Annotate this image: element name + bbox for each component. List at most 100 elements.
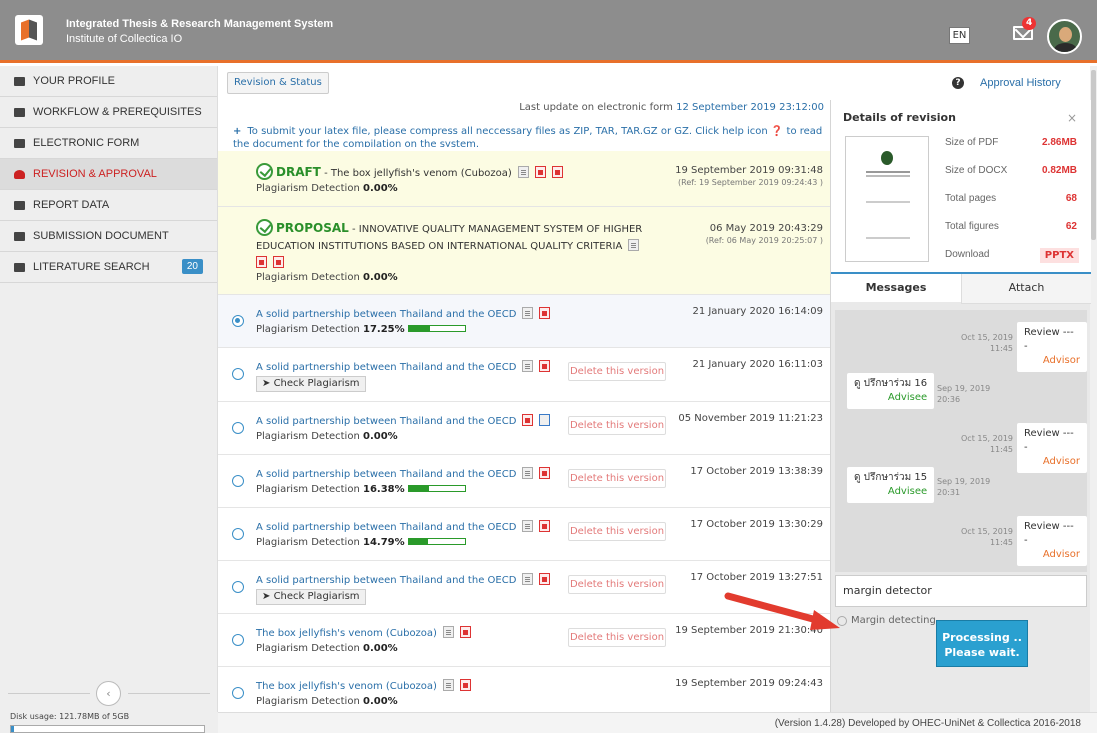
message-date: Sep 19, 2019 bbox=[937, 477, 991, 486]
delete-version-button[interactable]: Delete this version bbox=[568, 575, 666, 594]
pdf-icon[interactable] bbox=[459, 679, 471, 691]
message-text: Review --- - bbox=[1024, 428, 1074, 453]
doc-icon[interactable] bbox=[522, 307, 534, 319]
version-radio[interactable] bbox=[232, 368, 244, 380]
sidebar-item-submission[interactable]: SUBMISSION DOCUMENT bbox=[0, 221, 217, 252]
version-row[interactable]: A solid partnership between Thailand and… bbox=[218, 455, 830, 508]
delete-version-button[interactable]: Delete this version bbox=[568, 469, 666, 488]
version-radio[interactable] bbox=[232, 634, 244, 646]
last-update-value[interactable]: 12 September 2019 23:12:00 bbox=[676, 102, 824, 113]
version-title[interactable]: A solid partnership between Thailand and… bbox=[256, 520, 551, 533]
footer-text: (Version 1.4.28) Developed by OHEC-UniNe… bbox=[774, 718, 1081, 729]
version-title-text[interactable]: A solid partnership between Thailand and… bbox=[256, 522, 516, 533]
pdf-icon[interactable] bbox=[539, 467, 551, 479]
doc-icon[interactable] bbox=[522, 360, 534, 372]
tab-messages[interactable]: Messages bbox=[831, 274, 961, 304]
version-row[interactable]: The box jellyfish's venom (Cubozoa) Plagi… bbox=[218, 667, 830, 712]
proposal-row[interactable]: PROPOSAL - INNOVATIVE QUALITY MANAGEMENT… bbox=[218, 207, 830, 295]
version-title[interactable]: A solid partnership between Thailand and… bbox=[256, 573, 551, 586]
version-title-text[interactable]: The box jellyfish's venom (Cubozoa) bbox=[256, 628, 437, 639]
delete-version-button[interactable]: Delete this version bbox=[568, 416, 666, 435]
version-title-text[interactable]: The box jellyfish's venom (Cubozoa) bbox=[256, 681, 437, 692]
document-thumbnail[interactable] bbox=[845, 136, 929, 262]
pdf-icon[interactable] bbox=[539, 573, 551, 585]
version-row[interactable]: A solid partnership between Thailand and… bbox=[218, 508, 830, 561]
doc-icon[interactable] bbox=[442, 679, 454, 691]
version-radio[interactable] bbox=[232, 475, 244, 487]
message-bubble[interactable]: Review --- - Advisor bbox=[1017, 516, 1087, 566]
pdf-icon[interactable] bbox=[522, 414, 534, 426]
version-title-text[interactable]: A solid partnership between Thailand and… bbox=[256, 575, 516, 586]
help-text[interactable]: + To submit your latex file, please compr… bbox=[233, 125, 823, 147]
version-title[interactable]: A solid partnership between Thailand and… bbox=[256, 307, 551, 320]
version-title-text[interactable]: A solid partnership between Thailand and… bbox=[256, 309, 516, 320]
pdf-icon[interactable] bbox=[459, 626, 471, 638]
pdf-icon[interactable] bbox=[551, 166, 563, 178]
message-bubble[interactable]: Review --- - Advisor bbox=[1017, 423, 1087, 473]
version-radio[interactable] bbox=[232, 687, 244, 699]
delete-version-button[interactable]: Delete this version bbox=[568, 628, 666, 647]
scrollbar[interactable] bbox=[1090, 66, 1097, 712]
version-radio[interactable] bbox=[232, 422, 244, 434]
sidebar-item-report[interactable]: REPORT DATA bbox=[0, 190, 217, 221]
delete-version-button[interactable]: Delete this version bbox=[568, 362, 666, 381]
version-date: 19 September 2019 09:24:43 bbox=[675, 678, 823, 689]
pdf-icon[interactable] bbox=[539, 520, 551, 532]
plagiarism-detection: Plagiarism Detection 0.00% bbox=[256, 183, 398, 194]
check-plagiarism-button[interactable]: ➤ Check Plagiarism bbox=[256, 376, 366, 392]
doc-icon[interactable] bbox=[522, 467, 534, 479]
version-title[interactable]: The box jellyfish's venom (Cubozoa) bbox=[256, 679, 471, 692]
message-text: Review --- - bbox=[1024, 521, 1074, 546]
version-radio[interactable] bbox=[232, 581, 244, 593]
tab-revision-status[interactable]: Revision & Status bbox=[227, 72, 329, 94]
pdf-icon[interactable] bbox=[539, 360, 551, 372]
sidebar-item-workflow[interactable]: WORKFLOW & PREREQUISITES bbox=[0, 97, 217, 128]
profile-icon bbox=[14, 76, 25, 86]
pdf-icon[interactable] bbox=[539, 307, 551, 319]
question-icon[interactable]: ? bbox=[952, 77, 964, 89]
doc-icon[interactable] bbox=[628, 239, 640, 251]
pdf-icon[interactable] bbox=[256, 256, 267, 268]
check-plagiarism-button[interactable]: ➤ Check Plagiarism bbox=[256, 589, 366, 605]
tab-attach[interactable]: Attach bbox=[961, 274, 1091, 304]
version-title-text[interactable]: A solid partnership between Thailand and… bbox=[256, 362, 516, 373]
version-title[interactable]: A solid partnership between Thailand and… bbox=[256, 414, 551, 427]
message-input[interactable]: margin detector bbox=[835, 575, 1087, 607]
version-radio[interactable] bbox=[232, 315, 244, 327]
sidebar-item-profile[interactable]: YOUR PROFILE bbox=[0, 66, 217, 97]
sidebar-item-literature[interactable]: LITERATURE SEARCH 20 bbox=[0, 252, 217, 283]
message-bubble[interactable]: Review --- - Advisor bbox=[1017, 322, 1087, 372]
sidebar-item-revision[interactable]: REVISION & APPROVAL bbox=[0, 159, 217, 190]
version-title-text[interactable]: A solid partnership between Thailand and… bbox=[256, 416, 516, 427]
message-bubble[interactable]: ดู ปรึกษาร่วม 16 Advisee bbox=[847, 373, 935, 409]
version-radio[interactable] bbox=[232, 528, 244, 540]
doc-icon[interactable] bbox=[522, 520, 534, 532]
language-button[interactable]: EN bbox=[949, 27, 970, 44]
delete-version-button[interactable]: Delete this version bbox=[568, 522, 666, 541]
message-bubble[interactable]: ดู ปรึกษาร่วม 15 Advisee bbox=[847, 467, 935, 503]
plagiarism-label: Plagiarism Detection bbox=[256, 537, 360, 548]
doc-icon[interactable] bbox=[442, 626, 454, 638]
close-icon[interactable]: × bbox=[1067, 111, 1077, 125]
docx-icon[interactable] bbox=[539, 414, 551, 426]
approval-history-link[interactable]: Approval History bbox=[980, 77, 1061, 89]
version-title-text[interactable]: A solid partnership between Thailand and… bbox=[256, 469, 516, 480]
version-title[interactable]: A solid partnership between Thailand and… bbox=[256, 360, 551, 373]
pdf-icon[interactable] bbox=[534, 166, 546, 178]
collapse-sidebar-button[interactable]: ‹ bbox=[96, 681, 121, 706]
version-title[interactable]: The box jellyfish's venom (Cubozoa) bbox=[256, 626, 471, 639]
draft-row[interactable]: DRAFT - The box jellyfish's venom (Cuboz… bbox=[218, 151, 830, 207]
download-pptx-button[interactable]: PPTX bbox=[1039, 248, 1079, 263]
pdf-icon[interactable] bbox=[273, 256, 284, 268]
version-row[interactable]: A solid partnership between Thailand and… bbox=[218, 295, 830, 348]
version-title[interactable]: A solid partnership between Thailand and… bbox=[256, 467, 551, 480]
plagiarism-label: Plagiarism Detection bbox=[256, 183, 360, 194]
message-list[interactable]: Oct 15, 2019 11:45 Review --- - Advisor ดู… bbox=[835, 310, 1087, 572]
disk-usage-bar bbox=[10, 725, 205, 733]
version-row[interactable]: A solid partnership between Thailand and… bbox=[218, 402, 830, 455]
avatar[interactable] bbox=[1047, 19, 1082, 54]
version-row[interactable]: A solid partnership between Thailand and… bbox=[218, 348, 830, 402]
doc-icon[interactable] bbox=[522, 573, 534, 585]
doc-icon[interactable] bbox=[517, 166, 529, 178]
sidebar-item-electronic-form[interactable]: ELECTRONIC FORM bbox=[0, 128, 217, 159]
